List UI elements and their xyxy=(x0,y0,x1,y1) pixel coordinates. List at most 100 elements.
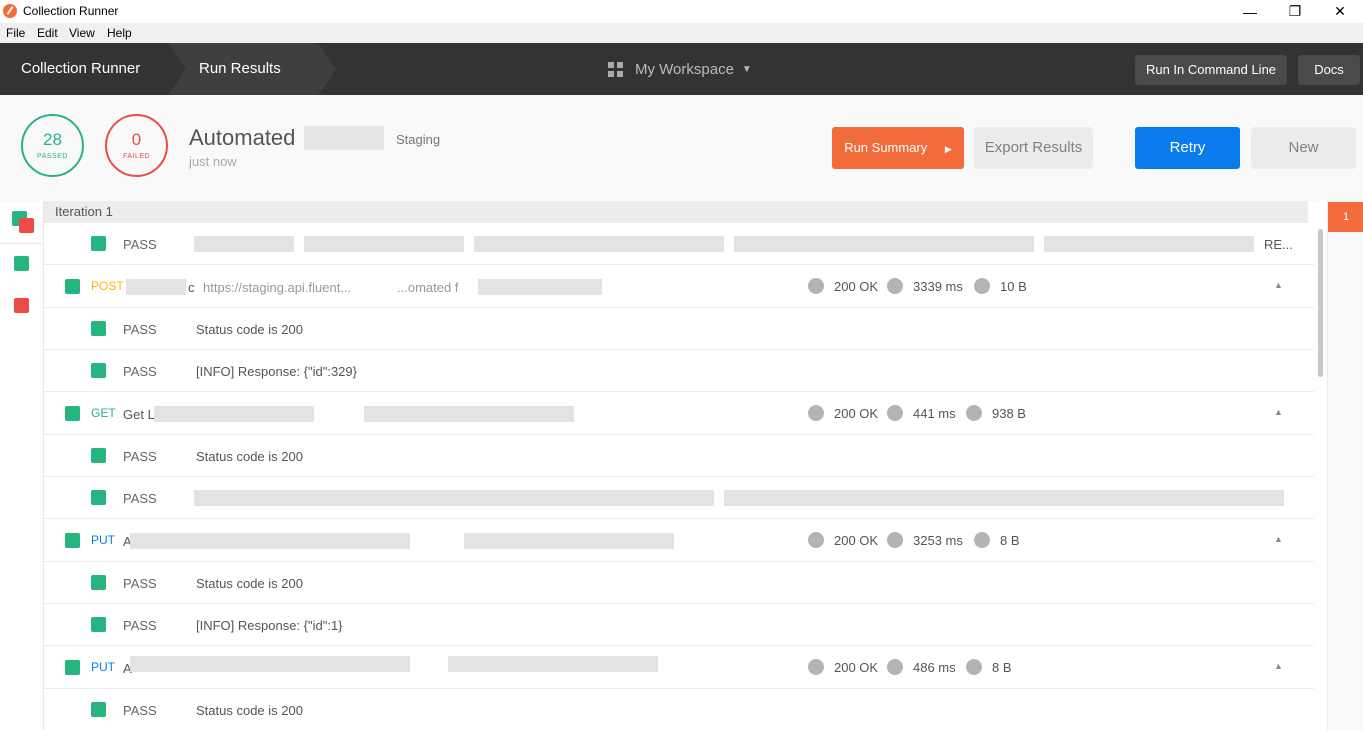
test-row: PASS Status code is 200 xyxy=(44,562,1314,604)
scrollbar-thumb[interactable] xyxy=(1318,229,1323,377)
test-message: Status code is 200 xyxy=(196,322,303,337)
run-time: just now xyxy=(189,154,237,169)
docs-button[interactable]: Docs xyxy=(1298,55,1360,85)
redacted-text xyxy=(364,406,574,422)
workspace-grid-icon xyxy=(608,61,623,77)
request-row[interactable]: POST c https://staging.api.fluent... ...… xyxy=(44,266,1314,308)
collapse-chevron-icon[interactable]: ▲ xyxy=(1274,661,1283,671)
pass-square-icon xyxy=(91,490,106,505)
redacted-text xyxy=(734,236,1034,252)
passed-label: PASSED xyxy=(37,153,68,160)
test-row: PASS Status code is 200 xyxy=(44,689,1314,730)
test-row: PASS RE... xyxy=(44,223,1314,265)
redacted-text xyxy=(154,406,314,422)
collapse-chevron-icon[interactable]: ▲ xyxy=(1274,534,1283,544)
status-code: 200 OK xyxy=(808,659,878,675)
export-results-button[interactable]: Export Results xyxy=(974,127,1093,169)
window-title: Collection Runner xyxy=(23,4,119,18)
maximize-button[interactable]: ❐ xyxy=(1272,0,1318,23)
iteration-fail-square[interactable] xyxy=(19,218,34,233)
test-status: PASS xyxy=(123,449,157,464)
results-scrollbar[interactable] xyxy=(1316,201,1327,730)
redacted-text xyxy=(194,490,714,506)
run-name: Automated xyxy=(189,125,296,150)
pass-square-icon xyxy=(65,279,80,294)
workspace-switcher[interactable]: My Workspace ▼ xyxy=(608,43,752,95)
collapse-chevron-icon[interactable]: ▲ xyxy=(1274,280,1283,290)
failed-label: FAILED xyxy=(122,153,151,160)
request-row[interactable]: PUT A 200 OK 3253 ms 8 B ▲ xyxy=(44,520,1314,562)
run-in-command-line-button[interactable]: Run In Command Line xyxy=(1135,55,1287,85)
pass-square-icon xyxy=(91,321,106,336)
request-method: PUT xyxy=(91,533,115,547)
menu-bar: File Edit View Help xyxy=(0,23,1363,43)
collapse-chevron-icon[interactable]: ▲ xyxy=(1274,407,1283,417)
run-summary-label: Run Summary xyxy=(844,140,928,155)
response-time: 3339 ms xyxy=(887,278,963,294)
response-size: 8 B xyxy=(966,659,1012,675)
request-method: POST xyxy=(91,279,124,293)
response-size: 10 B xyxy=(974,278,1027,294)
run-summary-panel: 28 PASSED 0 FAILED Automated Staging jus… xyxy=(0,95,1363,201)
filter-failed-button[interactable] xyxy=(14,298,29,313)
pass-square-icon xyxy=(91,575,106,590)
response-size: 938 B xyxy=(966,405,1026,421)
redacted-text xyxy=(130,656,410,672)
pass-square-icon xyxy=(91,363,106,378)
redacted-text xyxy=(130,533,410,549)
request-row[interactable]: PUT A 200 OK 486 ms 8 B ▲ xyxy=(44,647,1314,689)
test-message: Status code is 200 xyxy=(196,449,303,464)
environment-label: Staging xyxy=(396,132,441,147)
redacted-text xyxy=(1044,236,1254,252)
test-status: PASS xyxy=(123,237,157,252)
menu-file[interactable]: File xyxy=(6,26,25,40)
test-row: PASS Status code is 200 xyxy=(44,435,1314,477)
iteration-header: Iteration 1 xyxy=(44,201,1308,223)
minimize-button[interactable]: — xyxy=(1227,0,1273,23)
request-url-tail: ...omated f xyxy=(397,280,459,295)
postman-logo-icon xyxy=(3,4,17,18)
menu-help[interactable]: Help xyxy=(107,26,132,40)
new-button[interactable]: New xyxy=(1251,127,1356,169)
status-code: 200 OK xyxy=(808,405,878,421)
test-message: [INFO] Response: {"id":329} xyxy=(196,364,357,379)
test-message: Status code is 200 xyxy=(196,576,303,591)
results-list: Iteration 1 PASS RE... POST c https://st… xyxy=(44,201,1316,730)
request-method: PUT xyxy=(91,660,115,674)
pass-square-icon xyxy=(65,406,80,421)
status-code: 200 OK xyxy=(808,532,878,548)
redacted-text xyxy=(448,656,658,672)
redacted-text xyxy=(304,236,464,252)
run-summary-button[interactable]: Run Summary ▶ xyxy=(832,127,964,169)
play-arrow-icon: ▶ xyxy=(944,144,952,154)
pass-square-icon xyxy=(91,236,106,251)
test-row: PASS xyxy=(44,477,1314,519)
failed-counter: 0 FAILED xyxy=(105,114,168,177)
breadcrumb-run-results[interactable]: Run Results xyxy=(168,43,336,95)
filter-passed-button[interactable] xyxy=(14,256,29,271)
status-code: 200 OK xyxy=(808,278,878,294)
test-row: PASS [INFO] Response: {"id":329} xyxy=(44,350,1314,392)
test-row: PASS [INFO] Response: {"id":1} xyxy=(44,604,1314,646)
request-method: GET xyxy=(91,406,116,420)
menu-edit[interactable]: Edit xyxy=(37,26,58,40)
title-bar: Collection Runner — ❐ ✕ xyxy=(0,0,1363,23)
redacted-text xyxy=(474,236,724,252)
request-row[interactable]: GET Get L 200 OK 441 ms 938 B ▲ xyxy=(44,393,1314,435)
iteration-navigator: 1 xyxy=(1327,201,1363,730)
test-status: PASS xyxy=(123,618,157,633)
iteration-badge[interactable]: 1 xyxy=(1328,202,1363,232)
breadcrumb-collection-runner[interactable]: Collection Runner xyxy=(0,43,168,95)
redacted-text xyxy=(724,490,1284,506)
request-url: https://staging.api.fluent... xyxy=(203,280,352,295)
test-row: PASS Status code is 200 xyxy=(44,308,1314,350)
close-button[interactable]: ✕ xyxy=(1317,0,1363,23)
response-time: 486 ms xyxy=(887,659,956,675)
menu-view[interactable]: View xyxy=(69,26,95,40)
iteration-sidebar xyxy=(0,201,44,730)
chevron-down-icon: ▼ xyxy=(741,63,752,75)
test-message: Status code is 200 xyxy=(196,703,303,718)
response-size: 8 B xyxy=(974,532,1020,548)
test-message-tail: RE... xyxy=(1264,237,1293,252)
retry-button[interactable]: Retry xyxy=(1135,127,1240,169)
